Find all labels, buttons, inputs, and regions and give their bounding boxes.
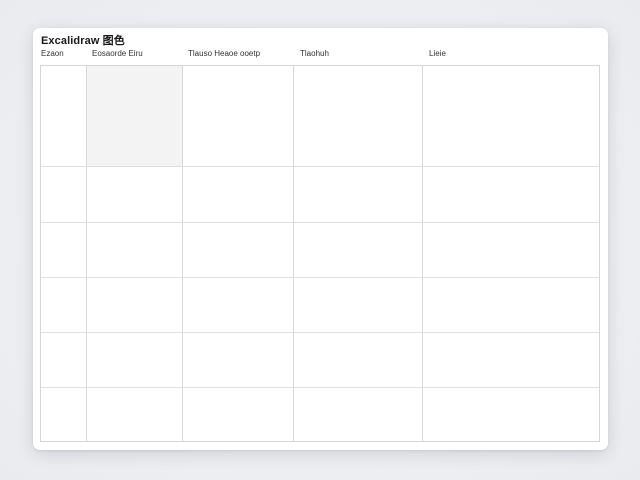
column-header-5[interactable]: Lieie (429, 49, 446, 58)
row-divider (41, 166, 599, 167)
column-divider (293, 66, 294, 441)
row-divider (41, 332, 599, 333)
column-header-2[interactable]: Eosaorde Eiru (92, 49, 143, 58)
app-window: Excalidraw 图色 Ezaon Eosaorde Eiru Tlauso… (33, 28, 608, 450)
column-header-4[interactable]: Tlaohuh (300, 49, 329, 58)
row-divider (41, 222, 599, 223)
column-divider (422, 66, 423, 441)
highlighted-cell[interactable] (87, 66, 182, 167)
row-divider (41, 277, 599, 278)
window-title: Excalidraw 图色 (41, 35, 125, 47)
column-header-1[interactable]: Ezaon (41, 49, 64, 58)
column-header-3[interactable]: Tlauso Heaoe ooetp (188, 49, 260, 58)
column-divider (182, 66, 183, 441)
row-divider (41, 387, 599, 388)
table-grid[interactable] (40, 65, 600, 442)
column-divider (86, 66, 87, 441)
